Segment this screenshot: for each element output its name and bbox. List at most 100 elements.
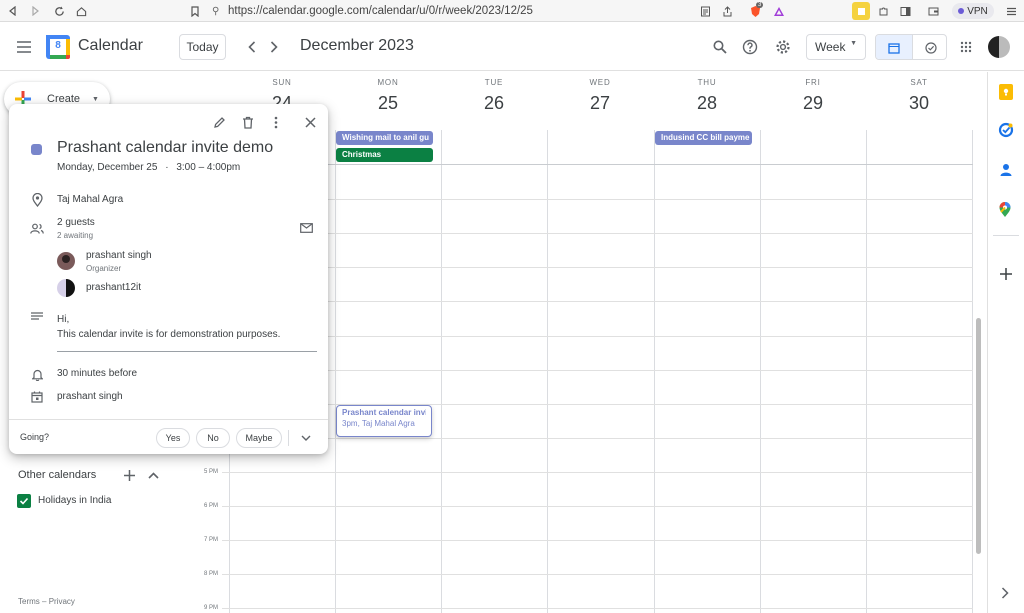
brave-badge: 3 <box>756 2 764 8</box>
settings-gear-icon[interactable] <box>769 33 797 61</box>
account-avatar[interactable] <box>988 36 1010 58</box>
event-color-swatch <box>31 144 42 155</box>
calendar-logo[interactable]: 8 <box>46 35 70 59</box>
apps-grid-icon[interactable] <box>952 33 980 61</box>
day-header-wed[interactable]: WED 27 <box>547 78 653 114</box>
period-title: December 2023 <box>300 37 414 54</box>
maps-icon[interactable] <box>999 202 1013 218</box>
add-addon-icon[interactable] <box>1000 267 1012 280</box>
rsvp-more-chevron-icon[interactable] <box>292 424 320 452</box>
reader-mode-icon[interactable] <box>696 2 714 20</box>
view-select[interactable]: Week ▼ <box>806 34 866 60</box>
rsvp-no-button[interactable]: No <box>196 428 230 448</box>
close-icon[interactable] <box>296 108 324 136</box>
extension-notes-icon[interactable] <box>852 2 870 20</box>
day-number[interactable]: 29 <box>760 93 866 114</box>
extensions-puzzle-icon[interactable] <box>874 2 892 20</box>
view-select-value: Week <box>815 40 846 54</box>
day-header-thu[interactable]: THU 28 <box>654 78 760 114</box>
day-header-tue[interactable]: TUE 26 <box>441 78 547 114</box>
event-location[interactable]: Taj Mahal Agra <box>57 194 123 205</box>
back-icon[interactable] <box>4 2 22 20</box>
brave-rewards-icon[interactable] <box>770 2 788 20</box>
menu-icon[interactable] <box>1002 2 1020 20</box>
brave-shield-icon[interactable]: 3 <box>746 2 764 20</box>
guest-name[interactable]: prashant12it <box>86 282 141 293</box>
allday-event-chip[interactable]: Wishing mail to anil gu <box>336 131 433 145</box>
today-button[interactable]: Today <box>179 34 226 60</box>
site-info-icon[interactable]: ⚲ <box>212 6 228 17</box>
collapse-chevron-up-icon[interactable] <box>139 461 167 489</box>
sidebar-toggle-icon[interactable] <box>896 2 914 20</box>
url-text: https://calendar.google.com/calendar/u/0… <box>228 5 533 17</box>
day-header-mon[interactable]: MON 25 <box>335 78 441 114</box>
guest-name[interactable]: prashant singh <box>86 250 152 261</box>
day-number[interactable]: 30 <box>866 93 972 114</box>
share-icon[interactable] <box>718 2 736 20</box>
time-label: 8 PM <box>203 571 218 577</box>
email-guests-icon[interactable] <box>292 214 320 242</box>
guests-icon <box>29 221 45 237</box>
event-date: Monday, December 25 <box>57 162 158 173</box>
time-label: 9 PM <box>203 605 218 611</box>
hour-line <box>222 472 973 473</box>
bookmark-icon[interactable] <box>186 2 204 20</box>
home-icon[interactable] <box>72 2 90 20</box>
calendar-view-toggle[interactable] <box>876 35 912 59</box>
rsvp-maybe-button[interactable]: Maybe <box>236 428 282 448</box>
browser-toolbar: ⚲ https://calendar.google.com/calendar/u… <box>0 0 1024 22</box>
time-label: 5 PM <box>203 469 218 475</box>
calendar-list-item-label[interactable]: Holidays in India <box>38 495 111 506</box>
event-title: Prashant calendar invite <box>342 408 426 417</box>
delete-trash-icon[interactable] <box>234 108 262 136</box>
rsvp-yes-button[interactable]: Yes <box>156 428 190 448</box>
privacy-link[interactable]: Privacy <box>49 597 75 606</box>
day-number[interactable]: 27 <box>547 93 653 114</box>
day-number[interactable]: 25 <box>335 93 441 114</box>
expand-panel-chevron-icon[interactable] <box>1001 586 1011 599</box>
rsvp-separator <box>288 430 289 446</box>
main-menu-icon[interactable] <box>10 33 38 61</box>
footer-separator: – <box>42 597 47 606</box>
contacts-icon[interactable] <box>999 162 1013 178</box>
day-header-sat[interactable]: SAT 30 <box>866 78 972 114</box>
timed-event-card[interactable]: Prashant calendar invite 3pm, Taj Mahal … <box>336 405 432 437</box>
hour-line <box>222 301 973 302</box>
event-datetime: Monday, December 25 · 3:00 – 4:00pm <box>57 162 240 173</box>
calendar-header: 8 Calendar Today December 2023 Week ▼ <box>0 23 1024 71</box>
grid-scrollbar[interactable] <box>976 318 981 554</box>
description-line: This calendar invite is for demonstratio… <box>57 329 281 340</box>
next-week-icon[interactable] <box>260 33 288 61</box>
allday-event-chip[interactable]: Christmas <box>336 148 433 162</box>
create-dropdown-icon: ▼ <box>92 95 99 103</box>
forward-icon[interactable] <box>26 2 44 20</box>
vpn-status-icon <box>958 8 965 14</box>
day-name: SUN <box>272 78 292 87</box>
search-icon[interactable] <box>706 33 734 61</box>
vpn-button[interactable]: VPN <box>952 3 994 19</box>
tasks-icon[interactable] <box>998 122 1014 138</box>
hour-line <box>222 506 973 507</box>
holidays-checkbox[interactable] <box>17 494 31 508</box>
day-number[interactable]: 26 <box>441 93 547 114</box>
guest-status: 2 awaiting <box>57 231 94 240</box>
day-name: TUE <box>484 78 504 87</box>
hour-line <box>222 267 973 268</box>
terms-link[interactable]: Terms <box>18 597 40 606</box>
datetime-separator: · <box>165 162 169 173</box>
allday-event-chip[interactable]: Indusind CC bill payme <box>655 131 752 145</box>
keep-icon[interactable] <box>999 84 1013 100</box>
hour-line <box>222 574 973 575</box>
day-number[interactable]: 28 <box>654 93 760 114</box>
more-options-icon[interactable] <box>262 108 290 136</box>
description-icon <box>29 309 45 325</box>
reload-icon[interactable] <box>50 2 68 20</box>
help-icon[interactable] <box>736 33 764 61</box>
edit-pencil-icon[interactable] <box>205 108 233 136</box>
event-subtitle: 3pm, Taj Mahal Agra <box>342 419 415 428</box>
day-header-fri[interactable]: FRI 29 <box>760 78 866 114</box>
wallet-icon[interactable] <box>924 2 942 20</box>
hour-line <box>222 540 973 541</box>
day-name: MON <box>377 78 399 87</box>
tasks-view-toggle[interactable] <box>912 35 946 59</box>
